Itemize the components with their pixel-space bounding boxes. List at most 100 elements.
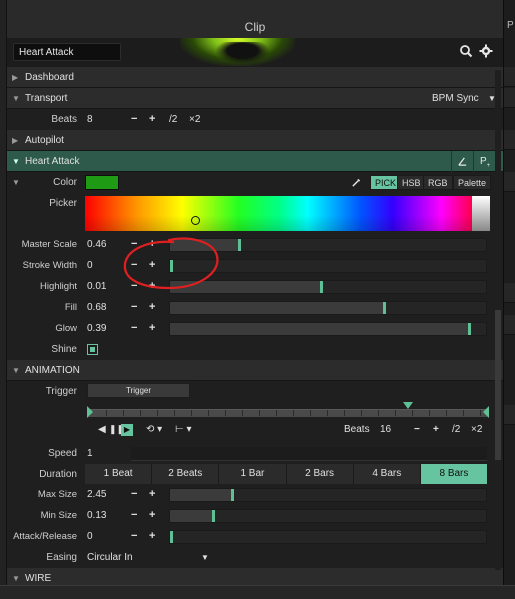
step-back-icon[interactable]: ◀ bbox=[98, 424, 106, 435]
param-plus-button[interactable]: + bbox=[149, 488, 155, 500]
slider-fill bbox=[170, 510, 214, 522]
param-value[interactable]: 0 bbox=[87, 531, 93, 542]
bottom-status-bar bbox=[0, 585, 515, 599]
param-row: Min Size 0.13− + bbox=[7, 505, 503, 526]
loop-icon[interactable]: ⟲ ▾ bbox=[146, 424, 162, 435]
search-icon[interactable] bbox=[459, 44, 473, 58]
param-slider[interactable] bbox=[169, 530, 487, 544]
beats-value[interactable]: 8 bbox=[87, 114, 93, 125]
panel-scrollbar[interactable] bbox=[495, 70, 501, 570]
param-minus-button[interactable]: − bbox=[131, 301, 137, 313]
speed-value[interactable]: 1 bbox=[87, 448, 93, 459]
shine-checkbox[interactable] bbox=[87, 344, 98, 355]
clip-panel: Clip Heart Attack ▶ Dashboard ▼ Transpor… bbox=[7, 0, 503, 585]
duration-option-button[interactable]: 1 Bar bbox=[219, 464, 287, 484]
param-value[interactable]: 2.45 bbox=[87, 489, 106, 500]
timeline-playhead[interactable] bbox=[403, 402, 413, 409]
anim-beats-half-button[interactable]: /2 bbox=[452, 424, 460, 435]
param-minus-button[interactable]: − bbox=[131, 509, 137, 521]
speed-field[interactable] bbox=[131, 447, 487, 461]
slider-handle[interactable] bbox=[468, 323, 471, 335]
transport-beats-row: Beats 8 − + /2 ×2 bbox=[7, 109, 503, 130]
param-slider[interactable] bbox=[169, 488, 487, 502]
param-plus-button[interactable]: + bbox=[149, 530, 155, 542]
param-value[interactable]: 0 bbox=[87, 260, 93, 271]
transport-mode-select[interactable]: BPM Sync bbox=[432, 93, 479, 104]
collapse-arrow-icon: ▼ bbox=[12, 94, 20, 103]
gear-icon[interactable] bbox=[479, 44, 493, 58]
collapse-arrow-icon: ▼ bbox=[12, 157, 20, 166]
color-picker-cursor[interactable] bbox=[191, 216, 200, 225]
slider-handle[interactable] bbox=[320, 281, 323, 293]
play-icon[interactable]: ▶ bbox=[121, 424, 133, 436]
beats-minus-button[interactable]: − bbox=[131, 113, 137, 125]
beats-plus-button[interactable]: + bbox=[149, 113, 155, 125]
param-minus-button[interactable]: − bbox=[131, 322, 137, 334]
anim-beats-minus-button[interactable]: − bbox=[414, 424, 420, 435]
param-row: Stroke Width 0− + bbox=[7, 255, 503, 276]
eyedropper-icon[interactable] bbox=[351, 177, 362, 188]
param-minus-button[interactable]: − bbox=[131, 488, 137, 500]
scrollbar-thumb[interactable] bbox=[495, 310, 501, 460]
duration-option-button[interactable]: 2 Beats bbox=[152, 464, 220, 484]
clip-name-field[interactable]: Heart Attack bbox=[13, 43, 121, 61]
section-animation[interactable]: ▼ ANIMATION bbox=[7, 360, 503, 381]
slider-fill bbox=[170, 489, 233, 501]
duration-option-button[interactable]: 4 Bars bbox=[353, 464, 421, 484]
anim-beats-double-button[interactable]: ×2 bbox=[471, 424, 482, 435]
duration-option-button[interactable]: 1 Beat bbox=[85, 464, 153, 484]
color-picker-spectrum[interactable] bbox=[85, 196, 490, 231]
param-value[interactable]: 0.68 bbox=[87, 302, 106, 313]
effect-edit-button[interactable] bbox=[451, 151, 472, 172]
section-wire[interactable]: ▼ WIRE bbox=[7, 568, 503, 585]
param-value[interactable]: 0.39 bbox=[87, 323, 106, 334]
section-autopilot[interactable]: ▶ Autopilot bbox=[7, 130, 503, 151]
palette-button[interactable]: Palette bbox=[453, 175, 492, 190]
param-row: Master Scale 0.46− + bbox=[7, 234, 503, 255]
expand-arrow-icon: ▶ bbox=[12, 136, 19, 145]
section-dashboard[interactable]: ▶ Dashboard bbox=[7, 67, 503, 88]
section-effect[interactable]: ▼ Heart Attack P+ bbox=[7, 151, 503, 172]
duration-option-button[interactable]: 8 Bars bbox=[420, 464, 489, 484]
effect-preset-button[interactable]: P+ bbox=[473, 151, 494, 172]
rgb-mode-button[interactable]: RGB bbox=[423, 175, 453, 190]
color-picker-gray[interactable] bbox=[472, 196, 490, 231]
slider-handle[interactable] bbox=[383, 302, 386, 314]
param-value[interactable]: 0.01 bbox=[87, 281, 106, 292]
slider-handle[interactable] bbox=[231, 489, 234, 501]
param-slider[interactable] bbox=[169, 509, 487, 523]
param-slider[interactable] bbox=[169, 322, 487, 336]
duration-option-button[interactable]: 2 Bars bbox=[286, 464, 354, 484]
param-value[interactable]: 0.46 bbox=[87, 239, 106, 250]
app-window: Clip Heart Attack ▶ Dashboard ▼ Transpor… bbox=[0, 0, 515, 599]
speed-row: Speed 1 bbox=[7, 443, 503, 464]
param-row: Attack/Release 0− + bbox=[7, 526, 503, 547]
anim-beats-plus-button[interactable]: + bbox=[433, 424, 439, 435]
beats-double-button[interactable]: ×2 bbox=[189, 114, 200, 125]
section-transport[interactable]: ▼ Transport BPM Sync ▼ bbox=[7, 88, 503, 109]
slider-handle[interactable] bbox=[238, 239, 241, 251]
slider-fill bbox=[170, 323, 470, 335]
slider-handle[interactable] bbox=[170, 531, 173, 543]
easing-row: Easing Circular In ▼ bbox=[7, 547, 503, 568]
hsb-mode-button[interactable]: HSB bbox=[397, 175, 426, 190]
param-plus-button[interactable]: + bbox=[149, 301, 155, 313]
param-row: Fill 0.68− + bbox=[7, 297, 503, 318]
easing-select[interactable]: Circular In bbox=[87, 552, 133, 563]
param-slider[interactable] bbox=[169, 301, 487, 315]
direction-icon[interactable]: ⊢ ▾ bbox=[175, 424, 192, 435]
beats-half-button[interactable]: /2 bbox=[169, 114, 177, 125]
param-value[interactable]: 0.13 bbox=[87, 510, 106, 521]
clip-header: Heart Attack bbox=[7, 38, 503, 66]
trigger-button[interactable]: Trigger bbox=[87, 383, 190, 398]
slider-handle[interactable] bbox=[212, 510, 215, 522]
anim-beats-value[interactable]: 16 bbox=[380, 424, 391, 435]
param-plus-button[interactable]: + bbox=[149, 322, 155, 334]
param-row: Glow 0.39− + bbox=[7, 318, 503, 339]
expand-arrow-icon: ▶ bbox=[12, 73, 19, 82]
collapse-arrow-icon: ▼ bbox=[12, 178, 20, 187]
color-swatch[interactable] bbox=[85, 175, 119, 190]
left-panel-edge bbox=[0, 0, 7, 585]
param-minus-button[interactable]: − bbox=[131, 530, 137, 542]
param-plus-button[interactable]: + bbox=[149, 509, 155, 521]
